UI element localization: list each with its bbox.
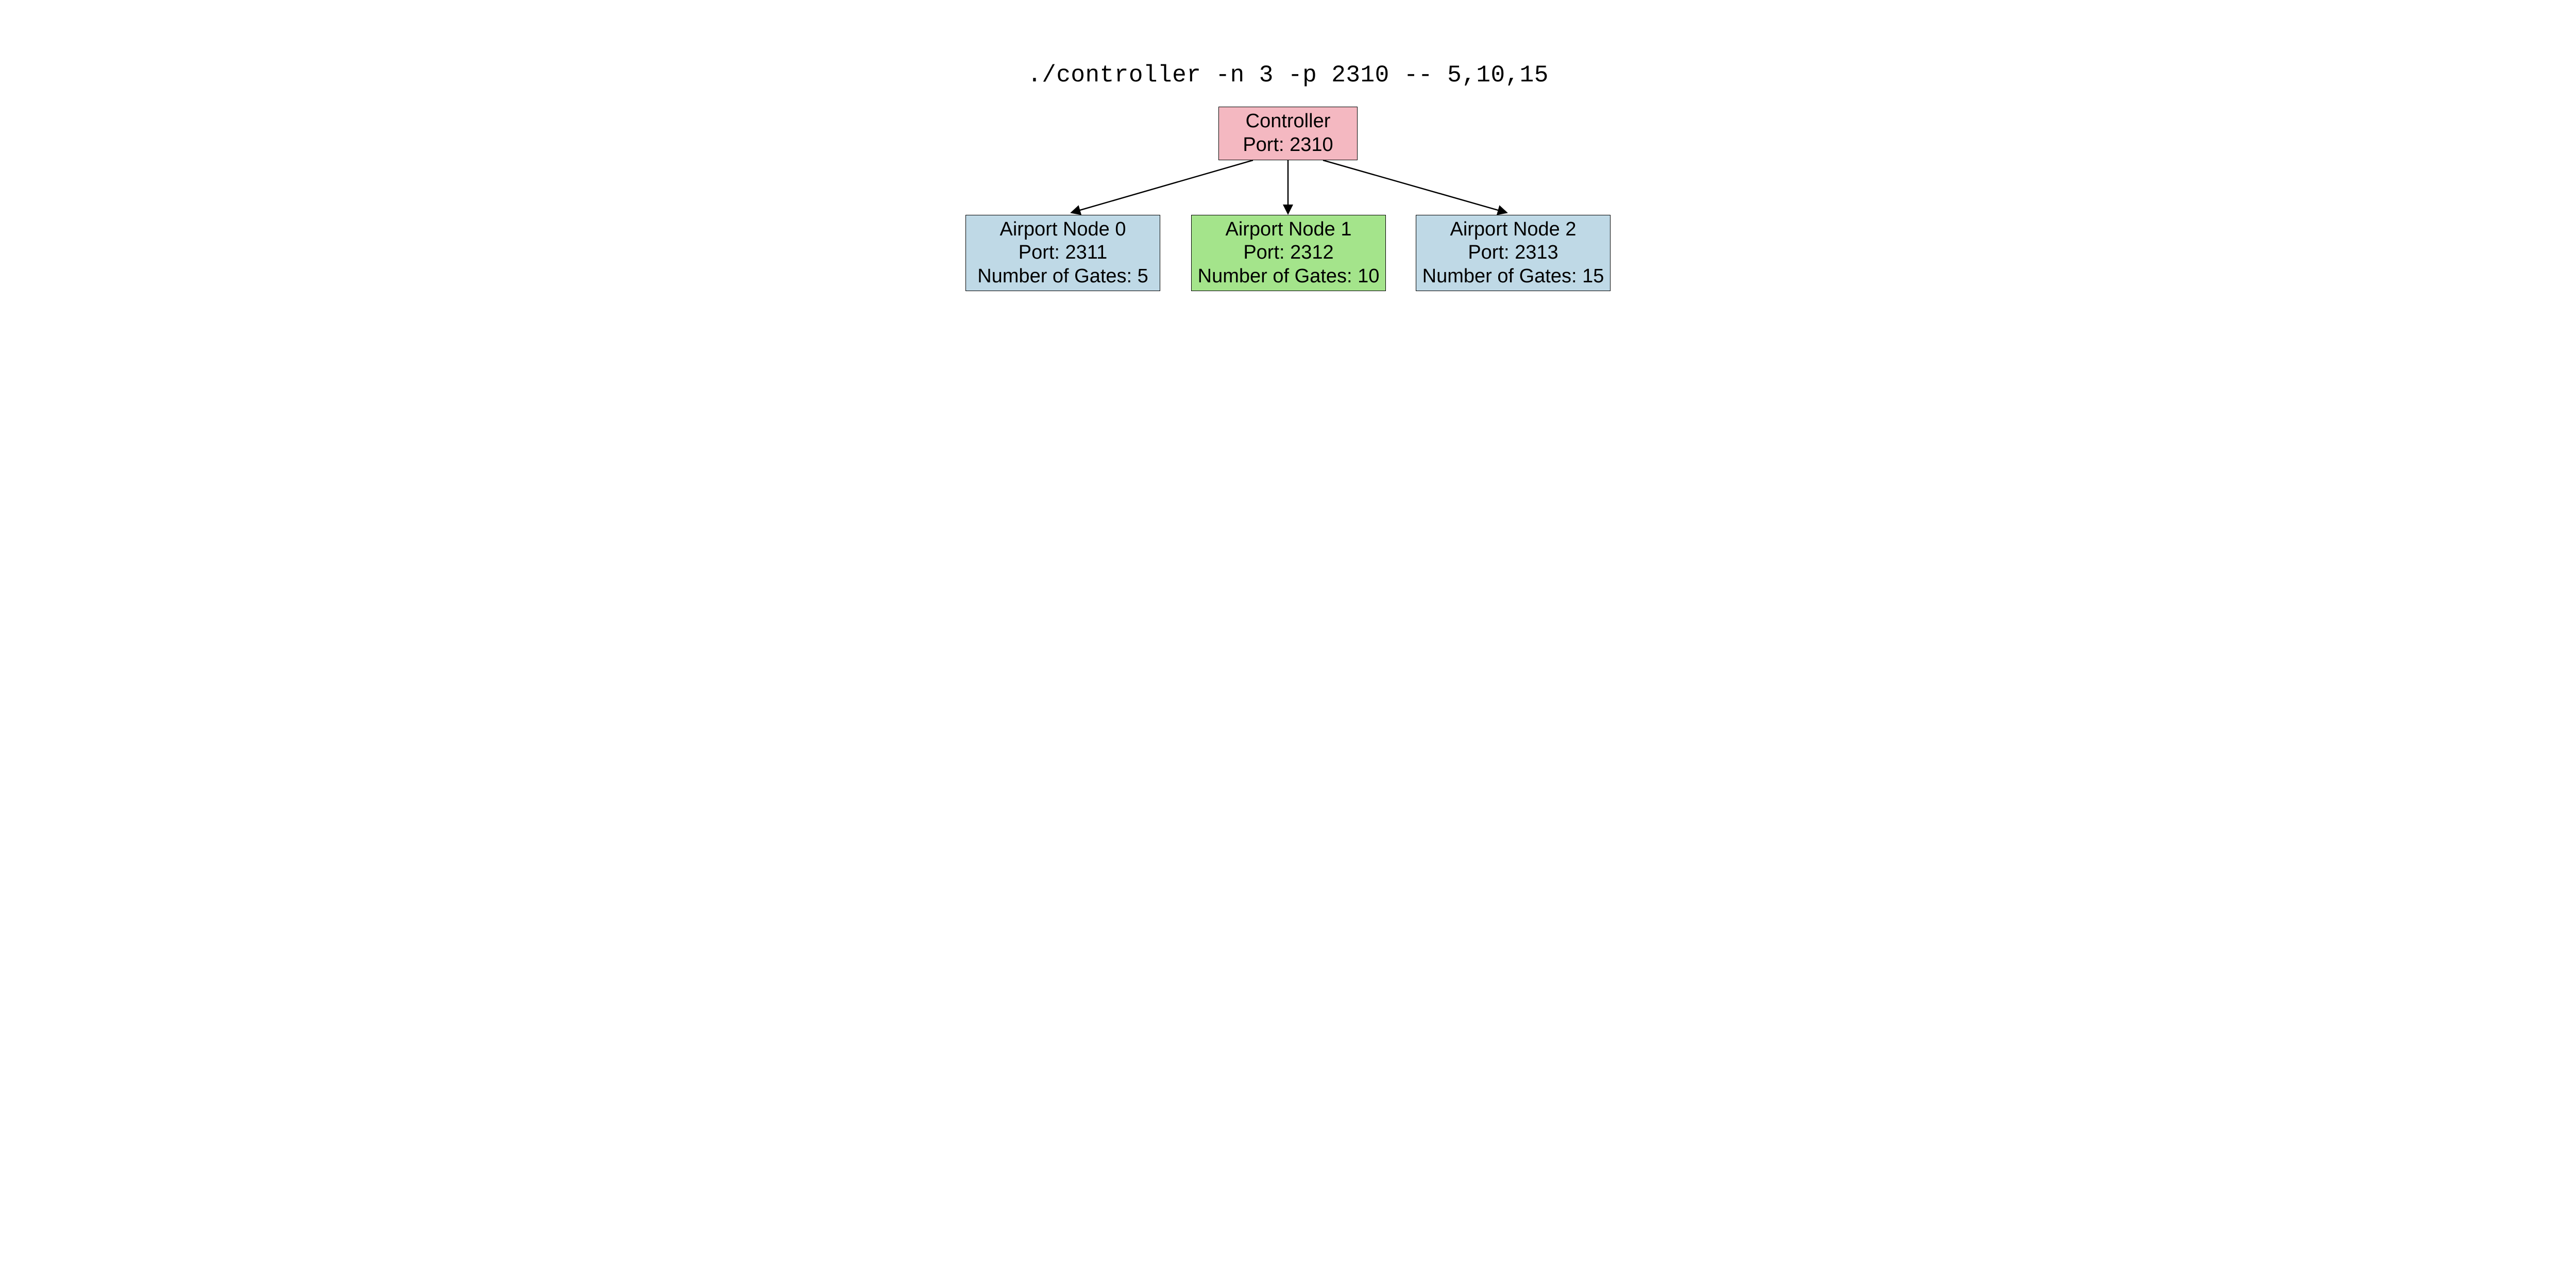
controller-title: Controller <box>1246 110 1331 133</box>
controller-node: Controller Port: 2310 <box>1218 107 1358 160</box>
airport-1-title: Airport Node 1 <box>1225 218 1351 242</box>
airport-1-port: Port: 2312 <box>1243 241 1333 265</box>
edge-controller-to-airport-2 <box>1323 160 1505 212</box>
airport-2-port: Port: 2313 <box>1468 241 1558 265</box>
command-line-text: ./controller -n 3 -p 2310 -- 5,10,15 <box>897 62 1679 89</box>
airport-0-port: Port: 2311 <box>1019 241 1108 265</box>
controller-port: Port: 2310 <box>1243 133 1333 157</box>
airport-node-1: Airport Node 1 Port: 2312 Number of Gate… <box>1191 215 1386 291</box>
airport-1-gates: Number of Gates: 10 <box>1198 265 1380 289</box>
airport-0-gates: Number of Gates: 5 <box>977 265 1148 289</box>
airport-node-0: Airport Node 0 Port: 2311 Number of Gate… <box>965 215 1160 291</box>
edge-controller-to-airport-0 <box>1073 160 1253 212</box>
diagram-canvas: ./controller -n 3 -p 2310 -- 5,10,15 Con… <box>897 0 1679 339</box>
airport-node-2: Airport Node 2 Port: 2313 Number of Gate… <box>1416 215 1611 291</box>
airport-2-gates: Number of Gates: 15 <box>1422 265 1604 289</box>
airport-2-title: Airport Node 2 <box>1450 218 1576 242</box>
airport-0-title: Airport Node 0 <box>999 218 1126 242</box>
